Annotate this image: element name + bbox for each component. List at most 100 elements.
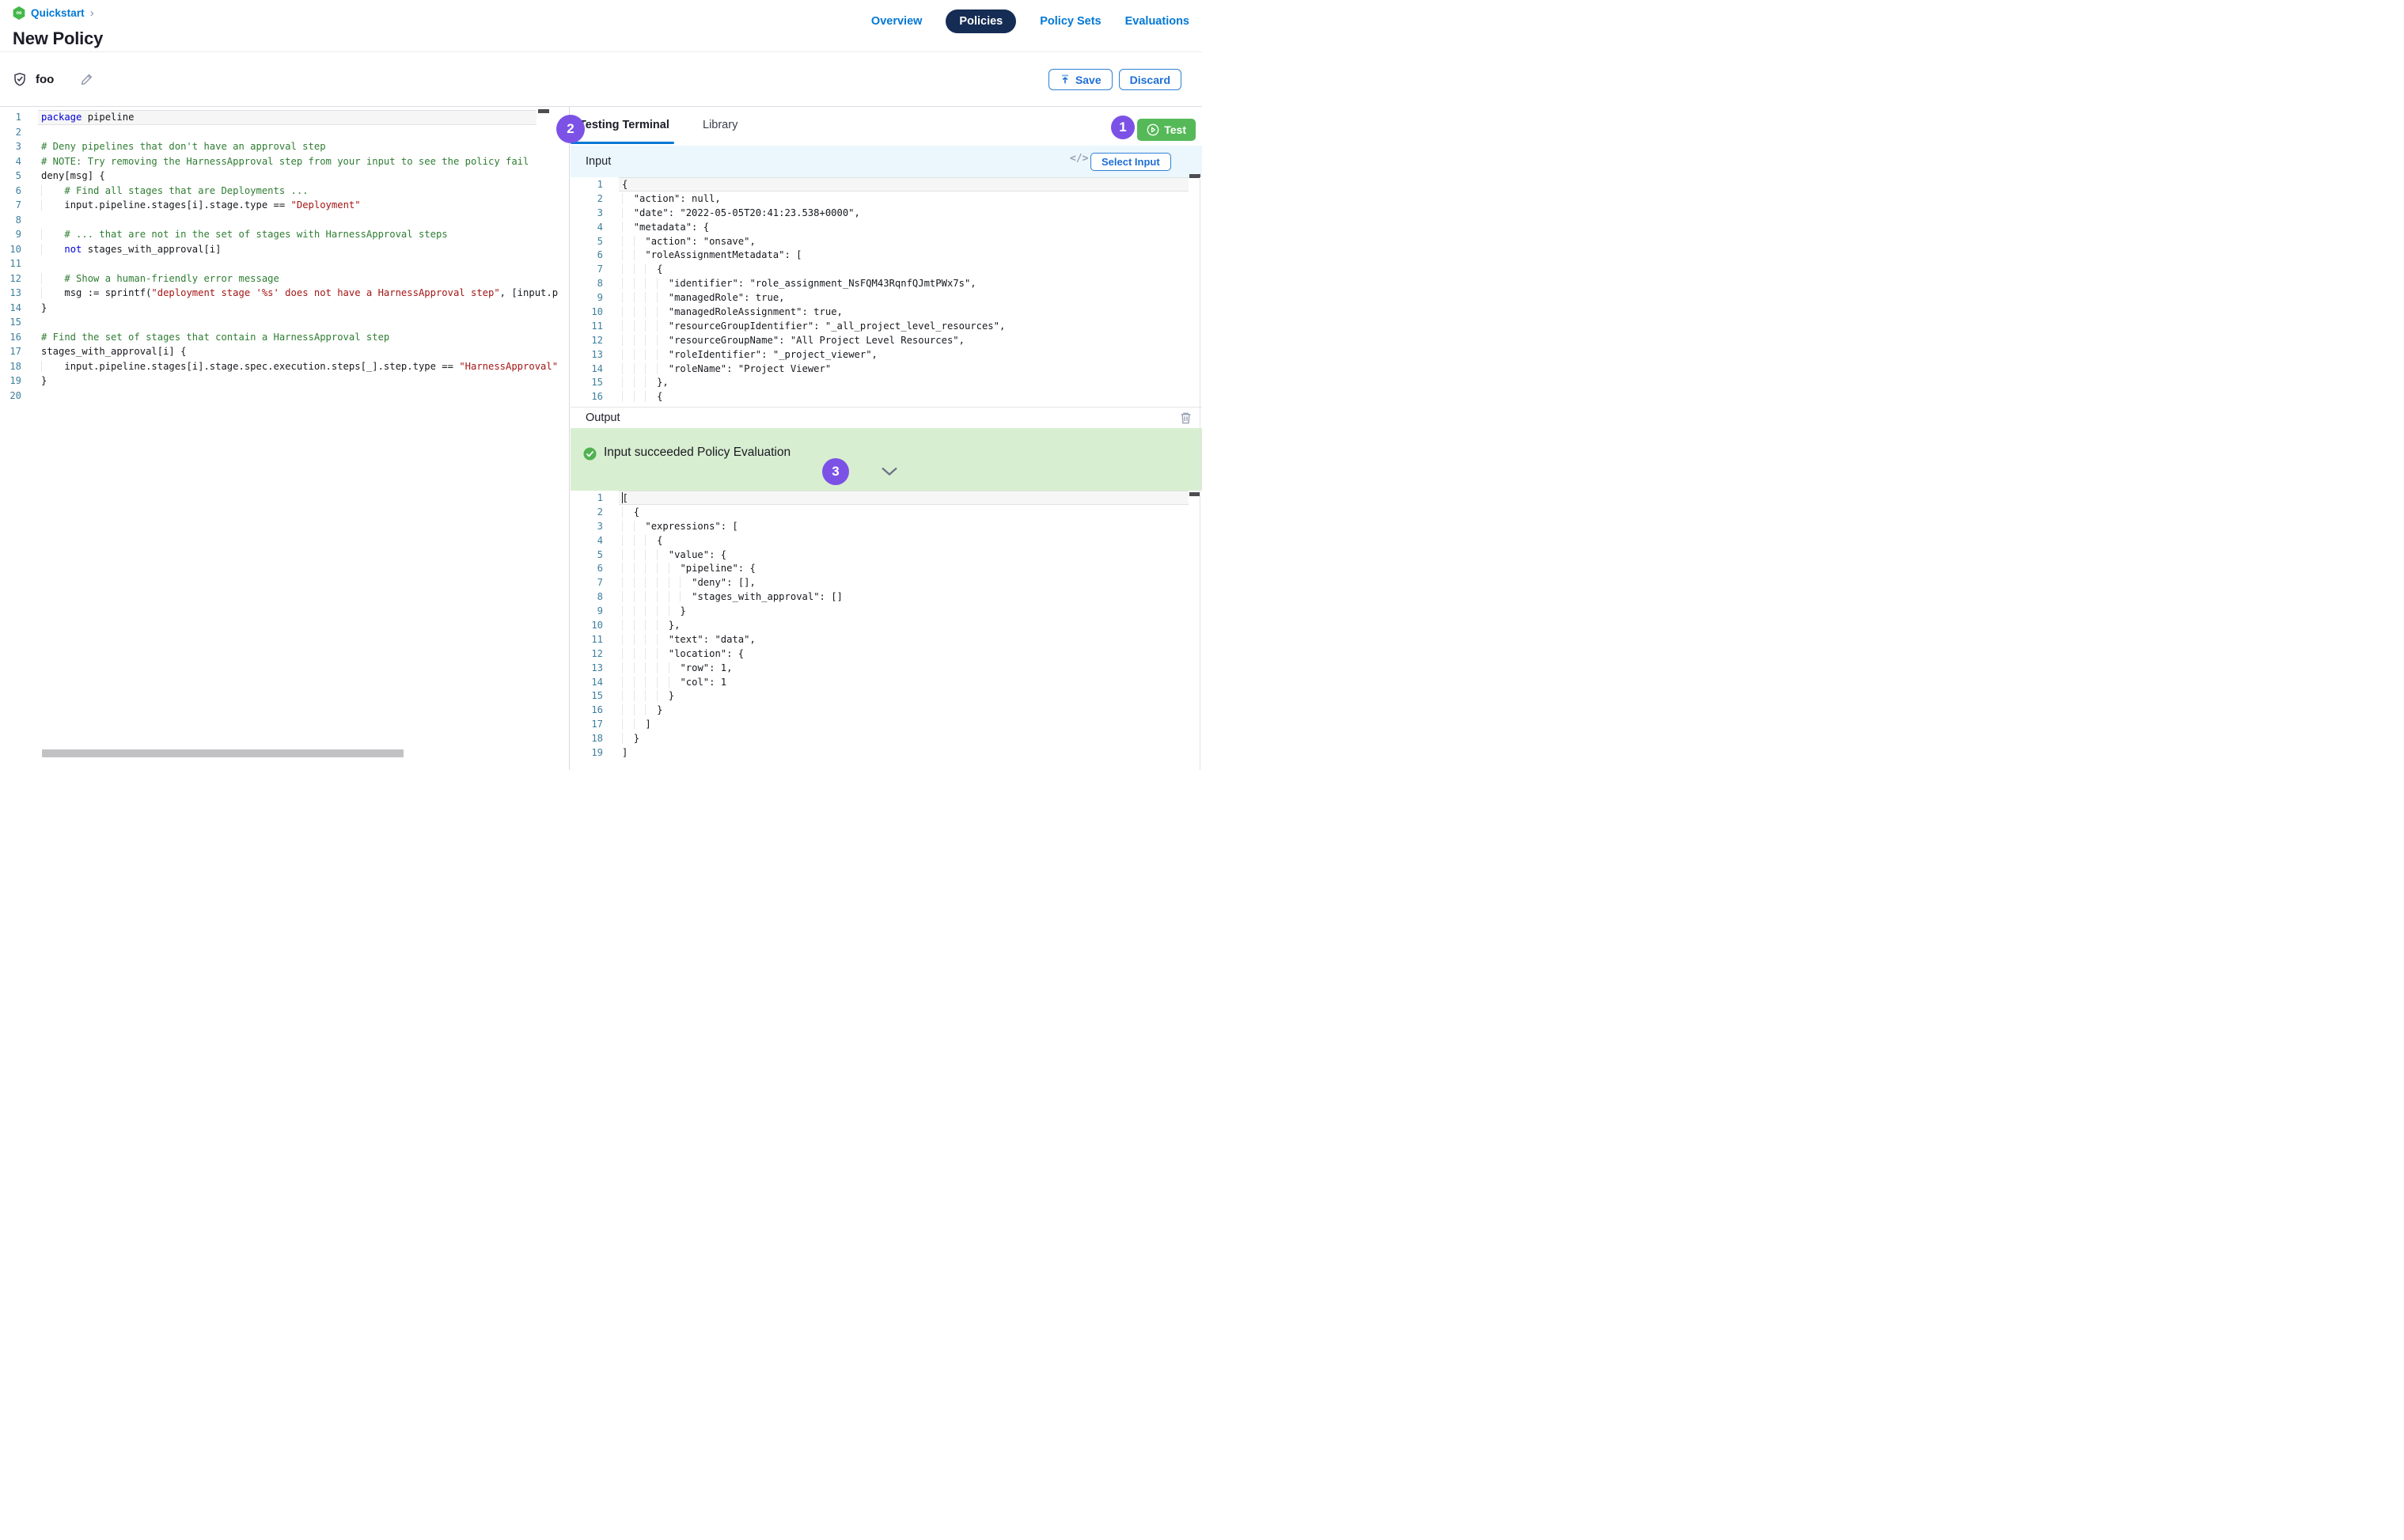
line-number: 10 — [571, 306, 603, 317]
line-number: 1 — [0, 112, 21, 123]
code-line: 3# Deny pipelines that don't have an app… — [0, 139, 569, 154]
policy-code-editor[interactable]: 1package pipeline23# Deny pipelines that… — [0, 107, 570, 770]
line-number: 4 — [571, 535, 603, 546]
line-number: 5 — [571, 549, 603, 560]
code-line: 5 "action": "onsave", — [571, 234, 1202, 248]
code-line: 1{ — [571, 177, 1202, 192]
code-line: 12 "resourceGroupName": "All Project Lev… — [571, 333, 1202, 347]
line-number: 15 — [571, 690, 603, 701]
output-json-editor[interactable]: 1[2 {3 "expressions": [4 {5 "value": {6 … — [571, 491, 1202, 770]
code-line: 16 { — [571, 389, 1202, 404]
editor-overview-ruler — [538, 109, 549, 113]
line-number: 6 — [0, 185, 21, 196]
breadcrumb-project-link[interactable]: Quickstart — [31, 7, 85, 19]
line-number: 7 — [0, 199, 21, 211]
code-line: 14 "roleName": "Project Viewer" — [571, 362, 1202, 376]
test-button[interactable]: Test — [1137, 119, 1196, 141]
line-number: 2 — [571, 193, 603, 204]
code-line: 3 "date": "2022-05-05T20:41:23.538+0000"… — [571, 206, 1202, 220]
code-line: 12 # Show a human-friendly error message — [0, 271, 569, 286]
code-line: 9 # ... that are not in the set of stage… — [0, 227, 569, 242]
chevron-right-icon: › — [90, 7, 94, 19]
line-number: 9 — [571, 292, 603, 303]
line-number: 14 — [0, 302, 21, 313]
line-number: 19 — [0, 375, 21, 386]
discard-button[interactable]: Discard — [1119, 69, 1181, 90]
code-line: 1package pipeline — [0, 110, 569, 125]
line-number: 13 — [571, 349, 603, 360]
success-check-icon — [583, 447, 597, 465]
line-number: 11 — [0, 258, 21, 269]
select-input-button[interactable]: Select Input — [1090, 153, 1171, 171]
line-number: 12 — [571, 648, 603, 659]
chevron-down-icon[interactable] — [881, 466, 898, 480]
output-label: Output — [586, 412, 620, 424]
testing-panel: 2 Testing Terminal Library 1 Test — [571, 107, 1202, 770]
nav-item-evaluations[interactable]: Evaluations — [1125, 15, 1189, 28]
code-view-icon[interactable]: </> — [1070, 153, 1088, 165]
code-line: 4 "metadata": { — [571, 220, 1202, 234]
line-number: 13 — [571, 662, 603, 673]
line-number: 14 — [571, 363, 603, 374]
line-number: 5 — [0, 170, 21, 181]
tab-testing-terminal[interactable]: Testing Terminal — [579, 107, 669, 143]
line-number: 11 — [571, 634, 603, 645]
shield-check-icon — [13, 72, 27, 87]
line-number: 16 — [571, 704, 603, 715]
nav-item-policies[interactable]: Policies — [946, 9, 1016, 33]
code-line: 11 "text": "data", — [571, 632, 1202, 647]
line-number: 17 — [571, 719, 603, 730]
code-line: 4# NOTE: Try removing the HarnessApprova… — [0, 154, 569, 169]
code-line: 9 } — [571, 604, 1202, 618]
input-json-editor[interactable]: 1{2 "action": null,3 "date": "2022-05-05… — [571, 177, 1202, 407]
nav-item-policy-sets[interactable]: Policy Sets — [1040, 15, 1101, 28]
code-line: 7 "deny": [], — [571, 575, 1202, 590]
line-number: 16 — [0, 332, 21, 343]
line-number: 13 — [0, 287, 21, 298]
line-number: 12 — [0, 273, 21, 284]
line-number: 6 — [571, 249, 603, 260]
edit-pencil-icon[interactable] — [80, 73, 93, 86]
page-title: New Policy — [13, 28, 103, 49]
line-number: 8 — [571, 278, 603, 289]
line-number: 4 — [571, 222, 603, 233]
code-line: 6 "roleAssignmentMetadata": [ — [571, 248, 1202, 262]
line-number: 19 — [571, 747, 603, 758]
code-line: 2 — [0, 125, 569, 140]
nav-item-overview[interactable]: Overview — [871, 15, 923, 28]
line-number: 18 — [571, 733, 603, 744]
code-line: 17stages_with_approval[i] { — [0, 344, 569, 359]
line-number: 12 — [571, 335, 603, 346]
code-line: 2 { — [571, 505, 1202, 519]
line-number: 9 — [571, 605, 603, 616]
code-line: 1[ — [571, 491, 1202, 505]
output-editor-ruler — [1189, 492, 1200, 496]
line-number: 3 — [571, 207, 603, 218]
code-line: 13 "row": 1, — [571, 661, 1202, 675]
code-line: 11 "resourceGroupIdentifier": "_all_proj… — [571, 319, 1202, 333]
input-editor-ruler — [1189, 174, 1200, 178]
trash-icon[interactable] — [1179, 411, 1193, 425]
code-line: 7 input.pipeline.stages[i].stage.type ==… — [0, 198, 569, 213]
step-badge-2: 2 — [556, 115, 585, 143]
line-number: 3 — [571, 521, 603, 532]
code-line: 18 } — [571, 731, 1202, 745]
policy-toolbar: foo Save Discard — [0, 53, 1202, 107]
top-nav: Overview Policies Policy Sets Evaluation… — [871, 9, 1189, 33]
new-policy-page: ∞ Quickstart › New Policy Overview Polic… — [0, 0, 1202, 770]
line-number: 10 — [571, 620, 603, 631]
code-line: 7 { — [571, 262, 1202, 276]
code-line: 19] — [571, 745, 1202, 760]
horizontal-scrollbar-thumb[interactable] — [42, 749, 404, 757]
line-number: 17 — [0, 346, 21, 357]
code-line: 15 }, — [571, 375, 1202, 389]
code-line: 2 "action": null, — [571, 192, 1202, 206]
code-line: 4 { — [571, 533, 1202, 548]
tab-library[interactable]: Library — [703, 107, 738, 143]
save-button[interactable]: Save — [1048, 69, 1113, 90]
line-number: 4 — [0, 156, 21, 167]
line-number: 2 — [571, 506, 603, 518]
code-line: 6 # Find all stages that are Deployments… — [0, 184, 569, 199]
code-line: 5 "value": { — [571, 548, 1202, 562]
harness-logo-icon: ∞ — [13, 6, 25, 20]
